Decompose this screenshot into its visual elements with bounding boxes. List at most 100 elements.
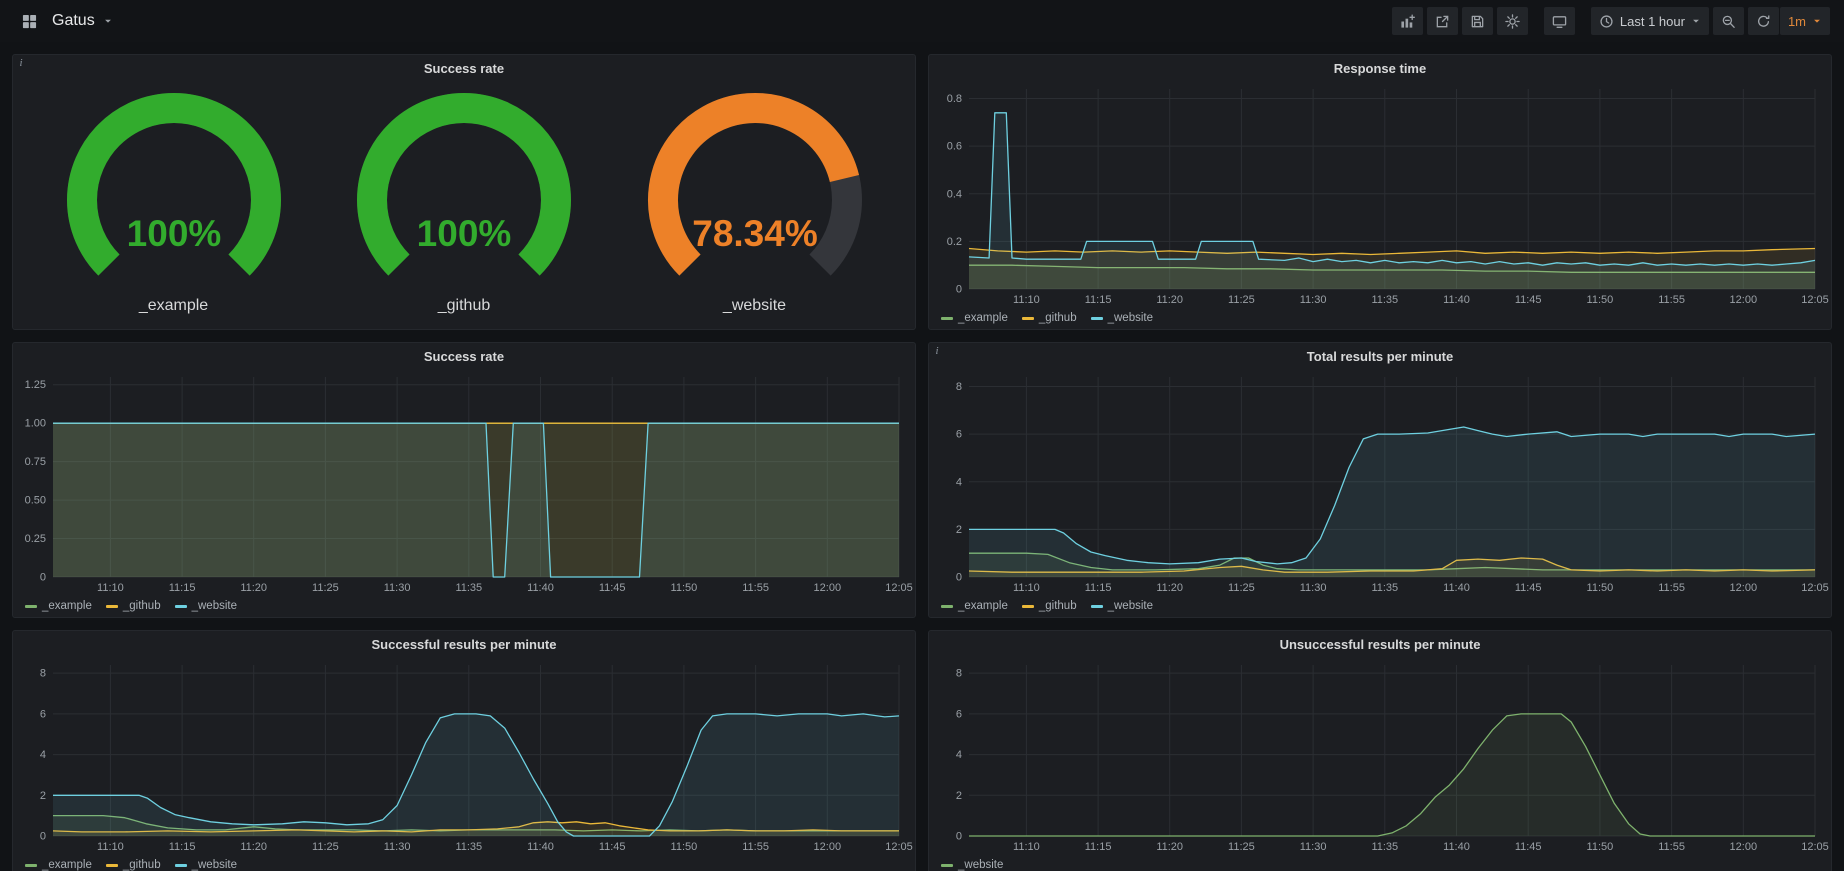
legend-label: _github [1039,600,1077,612]
svg-text:11:40: 11:40 [1443,582,1470,594]
panel-success-rate-gauges: i Success rate 100% _example 100% _githu… [12,54,916,330]
svg-text:6: 6 [956,708,962,720]
success-rate-chart[interactable]: 00.250.500.751.001.2511:1011:1511:2011:2… [13,369,915,595]
chart-legend: _example _github _website [13,854,915,871]
svg-text:1.00: 1.00 [25,418,46,430]
zoom-out-icon [1721,14,1736,29]
series-color-swatch [1091,605,1103,608]
settings-button[interactable] [1497,7,1528,35]
gauge-label: _example [139,297,208,315]
refresh-button[interactable] [1748,7,1779,35]
svg-text:11:35: 11:35 [1371,294,1398,306]
svg-text:11:30: 11:30 [1300,841,1327,853]
legend-item[interactable]: _website [1091,600,1153,612]
panel-info-icon[interactable]: i [929,343,945,359]
total-results-chart[interactable]: 0246811:1011:1511:2011:2511:3011:3511:40… [929,369,1831,595]
series-color-swatch [941,317,953,320]
svg-text:11:50: 11:50 [671,582,698,594]
legend-item[interactable]: _example [25,859,92,871]
series-color-swatch [175,864,187,867]
time-range-picker[interactable]: Last 1 hour [1591,7,1709,35]
dashboards-menu-button[interactable] [14,7,44,35]
legend-item[interactable]: _github [106,600,161,612]
legend-item[interactable]: _github [1022,312,1077,324]
gauge-arc-svg: 100% [44,92,304,290]
save-button[interactable] [1462,7,1493,35]
response-time-chart[interactable]: 00.20.40.60.811:1011:1511:2011:2511:3011… [929,81,1831,307]
svg-text:11:35: 11:35 [1371,841,1398,853]
legend-item[interactable]: _website [1091,312,1153,324]
svg-text:0: 0 [956,284,962,296]
series-color-swatch [25,864,37,867]
svg-text:11:15: 11:15 [169,841,196,853]
svg-text:6: 6 [956,429,962,441]
svg-text:11:30: 11:30 [384,841,411,853]
dashboard-title[interactable]: Gatus [52,12,95,30]
svg-text:78.34%: 78.34% [692,213,818,254]
svg-text:11:40: 11:40 [527,582,554,594]
panel-successful-results: Successful results per minute 0246811:10… [12,630,916,871]
chart-canvas[interactable]: 0246811:1011:1511:2011:2511:3011:3511:40… [13,657,915,854]
svg-text:11:10: 11:10 [97,582,124,594]
svg-text:0: 0 [40,831,46,843]
series-color-swatch [941,605,953,608]
panel-title[interactable]: Total results per minute [929,343,1831,369]
legend-item[interactable]: _example [25,600,92,612]
refresh-interval-dropdown[interactable]: 1m [1780,7,1830,35]
legend-item[interactable]: _website [175,859,237,871]
series-color-swatch [175,605,187,608]
svg-text:11:10: 11:10 [1013,841,1040,853]
legend-item[interactable]: _website [175,600,237,612]
gauge-viz: 100% [44,92,304,295]
legend-item[interactable]: _example [941,312,1008,324]
unsuccessful-results-chart[interactable]: 0246811:1011:1511:2011:2511:3011:3511:40… [929,657,1831,854]
add-panel-button[interactable] [1392,7,1423,35]
cycle-view-button[interactable] [1544,7,1575,35]
panel-title[interactable]: Success rate [13,343,915,369]
gauge-viz: 78.34% [625,92,885,295]
svg-text:12:05: 12:05 [1801,294,1829,306]
svg-text:11:55: 11:55 [1658,841,1685,853]
legend-label: _example [958,312,1008,324]
svg-text:0.75: 0.75 [25,456,46,468]
chart-canvas[interactable]: 0246811:1011:1511:2011:2511:3011:3511:40… [929,657,1831,854]
svg-text:11:55: 11:55 [1658,582,1685,594]
chart-canvas[interactable]: 0246811:1011:1511:2011:2511:3011:3511:40… [929,369,1831,595]
svg-text:11:50: 11:50 [1587,582,1614,594]
clock-icon [1599,14,1614,29]
share-button[interactable] [1427,7,1458,35]
legend-label: _website [1108,600,1153,612]
chart-canvas[interactable]: 00.20.40.60.811:1011:1511:2011:2511:3011… [929,81,1831,307]
gauge-label: _github [438,297,491,315]
zoom-out-button[interactable] [1713,7,1744,35]
svg-text:11:55: 11:55 [1658,294,1685,306]
gauge-viz: 100% [334,92,594,295]
legend-item[interactable]: _github [1022,600,1077,612]
svg-text:6: 6 [40,708,46,720]
svg-text:12:05: 12:05 [885,582,913,594]
svg-text:11:45: 11:45 [599,582,626,594]
successful-results-chart[interactable]: 0246811:1011:1511:2011:2511:3011:3511:40… [13,657,915,854]
refresh-picker: 1m [1748,7,1830,35]
series-color-swatch [106,864,118,867]
gauge-github: 100% _github [334,92,594,315]
legend-label: _example [42,600,92,612]
panel-title[interactable]: Unsuccessful results per minute [929,631,1831,657]
legend-item[interactable]: _website [941,859,1003,871]
gear-icon [1505,14,1520,29]
panel-title[interactable]: Successful results per minute [13,631,915,657]
svg-text:12:05: 12:05 [885,841,913,853]
panel-title[interactable]: Success rate [13,55,915,81]
refresh-icon [1756,14,1771,29]
svg-text:11:40: 11:40 [527,841,554,853]
svg-text:11:25: 11:25 [1228,582,1255,594]
legend-item[interactable]: _example [941,600,1008,612]
svg-text:11:45: 11:45 [1515,294,1542,306]
svg-text:11:15: 11:15 [1085,841,1112,853]
svg-text:100%: 100% [126,213,221,254]
panel-info-icon[interactable]: i [13,55,29,71]
chart-canvas[interactable]: 00.250.500.751.001.2511:1011:1511:2011:2… [13,369,915,595]
panel-title[interactable]: Response time [929,55,1831,81]
legend-item[interactable]: _github [106,859,161,871]
add-panel-icon [1400,14,1415,29]
